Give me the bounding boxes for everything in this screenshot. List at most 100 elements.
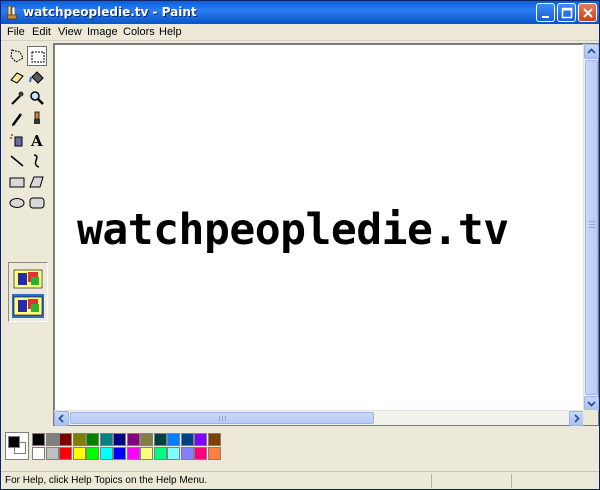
paint-window: watchpeopledie.tv - Paint File Edit View… (0, 0, 600, 490)
select-tool[interactable] (27, 46, 47, 66)
scroll-down-button[interactable] (584, 396, 599, 411)
eraser-tool[interactable] (7, 67, 27, 87)
palette-swatch[interactable] (153, 447, 167, 460)
palette-swatch[interactable] (180, 447, 194, 460)
minimize-icon (542, 16, 549, 18)
palette-swatch[interactable] (72, 433, 86, 446)
polygon-tool[interactable] (27, 172, 47, 192)
palette-swatch[interactable] (113, 433, 126, 446)
palette-swatch[interactable] (45, 433, 59, 446)
rectangle-select-icon (31, 51, 45, 63)
text-tool-label: A (30, 132, 43, 149)
magnifier-icon (30, 91, 44, 105)
title-bar[interactable]: watchpeopledie.tv - Paint (1, 1, 599, 24)
palette-swatch[interactable] (140, 447, 153, 460)
menu-file[interactable]: File (7, 26, 25, 38)
palette-swatch[interactable] (86, 447, 99, 460)
transparent-selection-off-option[interactable] (12, 267, 44, 291)
palette-swatch[interactable] (45, 447, 59, 460)
paint-bucket-icon (29, 71, 44, 84)
menu-image[interactable]: Image (87, 26, 118, 38)
vertical-scrollbar[interactable] (583, 44, 599, 411)
scrollbar-corner (583, 410, 598, 425)
text-tool[interactable]: A (27, 130, 47, 150)
free-form-select-tool[interactable] (7, 46, 27, 66)
chevron-up-icon (587, 48, 596, 54)
palette-swatch[interactable] (207, 447, 221, 460)
menu-help[interactable]: Help (159, 26, 182, 38)
foreground-color (8, 436, 20, 448)
palette-swatch[interactable] (194, 447, 207, 460)
palette-swatch[interactable] (59, 433, 72, 446)
chevron-left-icon (58, 414, 64, 423)
status-help-text: For Help, click Help Topics on the Help … (5, 475, 208, 486)
palette-swatch[interactable] (113, 447, 126, 460)
chevron-right-icon (574, 414, 580, 423)
palette-swatch[interactable] (167, 447, 180, 460)
palette-swatch[interactable] (72, 447, 86, 460)
free-form-select-icon (10, 49, 24, 63)
window-title: watchpeopledie.tv - Paint (23, 5, 197, 19)
palette-swatch[interactable] (99, 433, 113, 446)
line-tool[interactable] (7, 151, 27, 171)
status-divider (431, 474, 432, 488)
magnifier-tool[interactable] (27, 88, 47, 108)
horizontal-scroll-thumb[interactable] (70, 412, 374, 424)
rounded-rectangle-icon (29, 197, 45, 209)
eraser-icon (10, 72, 24, 84)
close-icon (583, 8, 593, 18)
paint-app-icon (6, 5, 18, 20)
palette-swatch[interactable] (59, 447, 72, 460)
palette-swatch[interactable] (99, 447, 113, 460)
pencil-tool[interactable] (7, 109, 27, 129)
transparent-selection-on-option[interactable] (12, 294, 44, 318)
opaque-selection-icon (13, 269, 43, 289)
fill-tool[interactable] (27, 67, 47, 87)
menu-colors[interactable]: Colors (123, 26, 155, 38)
maximize-icon (561, 7, 573, 19)
palette-swatch[interactable] (126, 447, 140, 460)
scroll-right-button[interactable] (569, 411, 584, 426)
airbrush-icon (10, 134, 23, 147)
rectangle-tool[interactable] (7, 172, 27, 192)
close-button[interactable] (578, 3, 597, 22)
palette-swatch[interactable] (207, 433, 221, 446)
pick-color-tool[interactable] (7, 88, 27, 108)
palette-swatch[interactable] (32, 433, 45, 446)
horizontal-scrollbar[interactable] (54, 410, 584, 426)
status-divider (511, 474, 512, 488)
color-palette (1, 429, 599, 469)
minimize-button[interactable] (536, 3, 555, 22)
rounded-rectangle-tool[interactable] (27, 193, 47, 213)
chevron-down-icon (587, 401, 596, 407)
airbrush-tool[interactable] (7, 130, 27, 150)
drawing-canvas[interactable]: watchpeopledie.tv (55, 45, 584, 411)
palette-swatch[interactable] (140, 433, 153, 446)
brush-icon (34, 111, 40, 124)
curve-tool[interactable] (27, 151, 47, 171)
scroll-up-button[interactable] (584, 44, 599, 59)
maximize-button[interactable] (557, 3, 576, 22)
palette-swatch[interactable] (86, 433, 99, 446)
menu-edit[interactable]: Edit (32, 26, 51, 38)
curve-icon (33, 154, 40, 168)
polygon-icon (29, 176, 44, 188)
vertical-scroll-thumb[interactable] (585, 60, 598, 395)
palette-swatch[interactable] (194, 433, 207, 446)
palette-swatch[interactable] (180, 433, 194, 446)
palette-swatch[interactable] (32, 447, 45, 460)
transparent-selection-icon (13, 296, 43, 316)
rectangle-icon (9, 177, 25, 188)
text-icon: A (30, 132, 43, 149)
ellipse-tool[interactable] (7, 193, 27, 213)
menu-view[interactable]: View (58, 26, 82, 38)
palette-swatch[interactable] (126, 433, 140, 446)
brush-tool[interactable] (27, 109, 47, 129)
eyedropper-icon (11, 91, 24, 105)
canvas-text: watchpeopledie.tv (77, 205, 509, 255)
palette-swatch[interactable] (167, 433, 180, 446)
current-colors-box[interactable] (5, 432, 29, 460)
scroll-left-button[interactable] (54, 411, 69, 426)
palette-swatch[interactable] (153, 433, 167, 446)
tool-options-box (8, 262, 48, 322)
